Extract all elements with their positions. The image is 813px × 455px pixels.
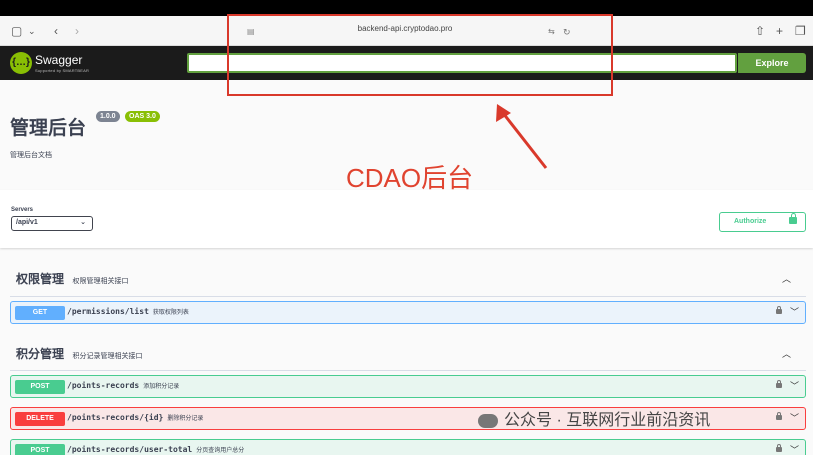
operation-row[interactable]: POST /points-records 添加积分记录 ﹀ (10, 375, 806, 398)
lock-icon[interactable] (776, 412, 782, 420)
watermark: 公众号 · 互联网行业前沿资讯 (478, 406, 710, 430)
back-icon[interactable]: ‹ (54, 23, 58, 39)
operation-row[interactable]: POST /points-records/user-total 分页查询用户总分 … (10, 439, 806, 455)
tag-name: 积分管理 (16, 347, 65, 361)
divider (10, 296, 806, 297)
chevron-up-icon[interactable]: ︿ (782, 272, 791, 285)
operation-summary: 删除积分记录 (167, 416, 204, 422)
swagger-page: 管理后台 1.0.0 OAS 3.0 管理后台文档 Servers /api/v… (0, 80, 813, 455)
operation-path: /points-records 添加积分记录 (67, 381, 180, 390)
new-tab-icon[interactable]: + (776, 23, 783, 39)
servers-label: Servers (11, 207, 34, 213)
page-title: 管理后台 (10, 118, 87, 139)
forward-icon[interactable]: › (75, 23, 79, 39)
annotation-box (227, 14, 613, 96)
sidebar-icon[interactable]: ▢ (11, 23, 22, 39)
operation-summary: 获取权限列表 (152, 310, 189, 316)
unlock-icon (789, 213, 797, 224)
tag-description: 积分记录管理相关接口 (72, 353, 143, 360)
method-badge: POST (15, 380, 65, 394)
swagger-brand-sub: Supported by SMARTBEAR (35, 68, 90, 73)
wechat-icon (478, 413, 498, 428)
oas-badge: OAS 3.0 (125, 111, 160, 122)
method-badge: POST (15, 444, 65, 455)
operation-path: /permissions/list 获取权限列表 (67, 307, 189, 316)
operation-summary: 添加积分记录 (143, 384, 180, 390)
operation-path: /points-records/user-total 分页查询用户总分 (67, 445, 245, 454)
chevron-down-icon[interactable]: ﹀ (790, 443, 799, 455)
authorize-button[interactable]: Authorize (719, 212, 806, 232)
version-badge: 1.0.0 (96, 111, 120, 122)
operation-path: /points-records/{id} 删除积分记录 (67, 413, 204, 422)
lock-icon[interactable] (776, 444, 782, 452)
lock-icon[interactable] (776, 380, 782, 388)
servers-select[interactable]: /api/v1 ⌄ (11, 216, 93, 231)
swagger-logo-icon: {…} (10, 52, 32, 74)
method-badge: GET (15, 306, 65, 320)
tag-header-permissions[interactable]: 权限管理 权限管理相关接口 (16, 270, 128, 290)
share-icon[interactable]: ⇧ (755, 23, 765, 39)
divider (10, 370, 806, 371)
chevron-down-icon[interactable]: ﹀ (790, 411, 799, 424)
chevron-down-icon[interactable]: ﹀ (790, 305, 799, 318)
lock-icon[interactable] (776, 306, 782, 314)
chevron-down-icon[interactable]: ﹀ (790, 379, 799, 392)
chevron-down-icon: ⌄ (80, 219, 86, 226)
scheme-container: Servers /api/v1 ⌄ Authorize (0, 190, 813, 248)
explore-button[interactable]: Explore (738, 53, 806, 73)
method-badge: DELETE (15, 412, 65, 426)
servers-selected-value: /api/v1 (16, 219, 38, 226)
operation-row[interactable]: GET /permissions/list 获取权限列表 ﹀ (10, 301, 806, 324)
tag-header-points[interactable]: 积分管理 积分记录管理相关接口 (16, 345, 142, 365)
operation-summary: 分页查询用户总分 (196, 448, 245, 454)
api-description: 管理后台文档 (10, 152, 52, 159)
annotation-label: CDAO后台 (346, 163, 474, 193)
chevron-up-icon[interactable]: ︿ (782, 347, 791, 360)
chevron-down-icon[interactable]: ⌄ (28, 23, 36, 39)
tabs-icon[interactable]: ❐ (795, 23, 806, 39)
swagger-brand: Swagger (35, 53, 83, 67)
tag-name: 权限管理 (16, 272, 65, 286)
authorize-label: Authorize (734, 218, 767, 225)
tag-description: 权限管理相关接口 (72, 278, 129, 285)
